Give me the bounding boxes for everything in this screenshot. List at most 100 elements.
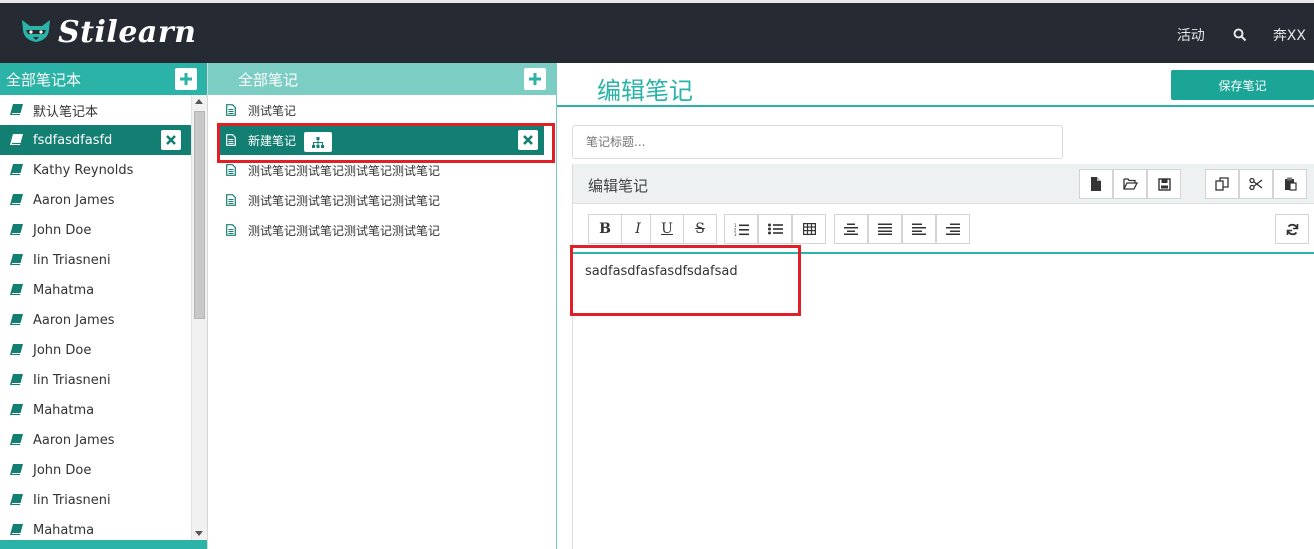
notebook-icon [10, 524, 23, 536]
notebook-item-label: 默认笔记本 [33, 104, 99, 120]
notebook-item-label: Mahatma [33, 282, 95, 298]
notebook-item[interactable]: Aaron James [0, 305, 191, 335]
notebook-item-label: Aaron James [33, 192, 115, 208]
note-item[interactable]: 测试笔记测试笔记测试笔记测试笔记 [208, 215, 556, 245]
document-icon [226, 224, 236, 236]
logo[interactable]: Stilearn [20, 15, 196, 50]
note-item-label: 测试笔记测试笔记测试笔记测试笔记 [248, 163, 441, 178]
notebook-item-label: Iin Triasneni [33, 252, 111, 268]
notebook-item[interactable]: fsdfasdfasfd [0, 125, 191, 155]
user-menu[interactable]: 奔XX [1273, 25, 1306, 45]
notebook-item[interactable]: Aaron James [0, 185, 191, 215]
scrollbar-thumb[interactable] [194, 111, 205, 319]
notebook-item[interactable]: Kathy Reynolds [0, 155, 191, 185]
notebook-item[interactable]: John Doe [0, 455, 191, 485]
notebook-item-label: Iin Triasneni [33, 492, 111, 508]
note-panel-title: 全部笔记 [238, 70, 299, 89]
editor-panel-label: 编辑笔记 [588, 177, 649, 195]
notebook-icon [10, 164, 23, 176]
svg-text:3: 3 [734, 232, 737, 236]
notebook-panel: 全部笔记本 默认笔记本 fsdfasdfasfd Kathy Reynolds Aar… [0, 63, 208, 549]
note-title-input[interactable] [572, 125, 1063, 159]
notebook-icon [10, 374, 23, 386]
notebook-item-label: Mahatma [33, 522, 95, 538]
top-navbar: Stilearn 活动 奔XX [0, 0, 1314, 63]
notebook-icon [10, 194, 23, 206]
notebook-item-label: John Doe [33, 222, 92, 238]
title-divider [557, 105, 1314, 107]
notebook-item[interactable]: 默认笔记本 [0, 95, 191, 125]
notebook-item-label: Kathy Reynolds [33, 162, 134, 178]
copy-icon[interactable] [1205, 169, 1239, 199]
underline-icon[interactable]: U [650, 214, 684, 244]
notebook-item[interactable]: Iin Triasneni [0, 245, 191, 275]
notebook-item-label: Aaron James [33, 432, 115, 448]
add-notebook-button[interactable] [175, 68, 197, 90]
note-item[interactable]: 测试笔记测试笔记测试笔记测试笔记 [208, 185, 556, 215]
notebook-item[interactable]: Iin Triasneni [0, 365, 191, 395]
notebook-icon [10, 494, 23, 506]
notebook-icon [10, 314, 23, 326]
notebook-item[interactable]: Iin Triasneni [0, 485, 191, 515]
open-folder-icon[interactable] [1113, 169, 1147, 199]
scroll-up-icon[interactable] [195, 99, 203, 104]
document-icon [226, 104, 236, 116]
add-note-button[interactable] [524, 68, 546, 90]
notebook-item[interactable]: Mahatma [0, 275, 191, 305]
note-item-label: 测试笔记 [248, 103, 297, 118]
highlight-box-editor-content [570, 245, 801, 316]
notebook-item[interactable]: John Doe [0, 335, 191, 365]
notebook-panel-title: 全部笔记本 [6, 70, 82, 89]
notebook-icon [10, 344, 23, 356]
notebook-panel-footer [0, 540, 207, 549]
notebook-item[interactable]: John Doe [0, 215, 191, 245]
bullet-list-icon[interactable] [758, 214, 792, 244]
raccoon-logo-icon [20, 18, 52, 48]
notebook-item-label: John Doe [33, 462, 92, 478]
note-list: 测试笔记 新建笔记 测试笔记测试笔记测试笔记测试笔记 测试笔记测试笔记测试笔记测试笔记… [208, 95, 556, 245]
notebook-item[interactable]: Mahatma [0, 395, 191, 425]
delete-notebook-button[interactable] [161, 130, 181, 150]
ordered-list-icon[interactable]: 123 [724, 214, 758, 244]
notebook-item-label: John Doe [33, 342, 92, 358]
note-item[interactable]: 测试笔记 [208, 95, 556, 125]
notebook-icon [10, 434, 23, 446]
nav-activity-link[interactable]: 活动 [1177, 25, 1205, 45]
scroll-down-icon[interactable] [195, 531, 203, 536]
editor-title: 编辑笔记 [597, 77, 693, 105]
align-right-icon[interactable] [936, 214, 970, 244]
search-icon[interactable] [1233, 28, 1247, 42]
notebook-icon [10, 284, 23, 296]
paste-icon[interactable] [1273, 169, 1307, 199]
notebook-icon [10, 254, 23, 266]
rich-text-editor: 编辑笔记 B I U S 1 2 3 sadfasdfasfasdfsdafsa… [572, 164, 1314, 549]
align-left-icon[interactable] [902, 214, 936, 244]
editor-header: 编辑笔记 [573, 164, 1314, 204]
logo-text: Stilearn [58, 15, 197, 50]
note-item-label: 测试笔记测试笔记测试笔记测试笔记 [248, 193, 441, 208]
refresh-icon[interactable] [1275, 214, 1309, 244]
note-panel-header: 全部笔记 [208, 63, 556, 95]
notebook-list: 默认笔记本 fsdfasdfasfd Kathy Reynolds Aaron Jam… [0, 95, 191, 540]
align-justify-icon[interactable] [868, 214, 902, 244]
table-icon[interactable] [792, 214, 826, 244]
cut-icon[interactable] [1239, 169, 1273, 199]
notebook-item-label: Iin Triasneni [33, 372, 111, 388]
save-disk-icon[interactable] [1147, 169, 1181, 199]
save-note-button[interactable]: 保存笔记 [1171, 70, 1314, 100]
notebook-icon [10, 224, 23, 236]
strikethrough-icon[interactable]: S [683, 214, 717, 244]
document-icon [226, 194, 236, 206]
notebook-item-label: Aaron James [33, 312, 115, 328]
notebook-panel-header: 全部笔记本 [0, 63, 207, 95]
align-center-icon[interactable] [834, 214, 868, 244]
notebook-item-label: fsdfasdfasfd [33, 132, 113, 148]
notebook-icon [10, 464, 23, 476]
notebook-item[interactable]: Mahatma [0, 515, 191, 540]
document-icon [226, 164, 236, 176]
notebook-item[interactable]: Aaron James [0, 425, 191, 455]
new-file-icon[interactable] [1079, 169, 1113, 199]
notebook-scrollbar[interactable] [191, 95, 207, 540]
bold-icon[interactable]: B [588, 214, 622, 244]
notebook-icon [10, 134, 23, 146]
